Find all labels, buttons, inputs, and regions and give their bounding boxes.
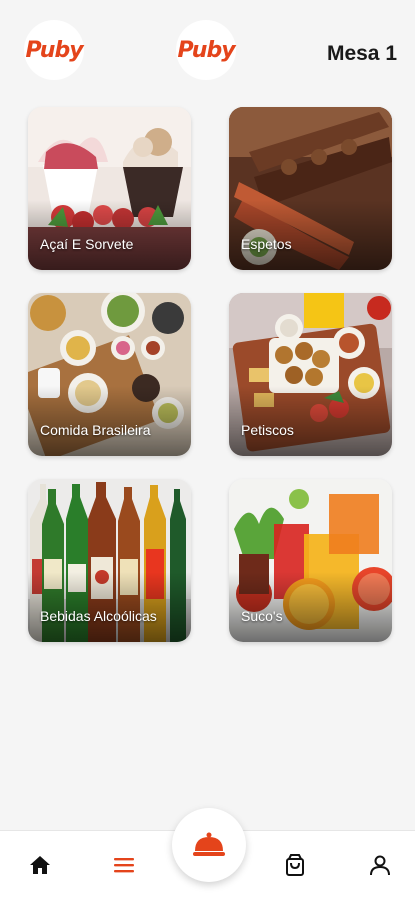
category-card-bebidas-alcoolicas[interactable]: Bebidas Alcoólicas	[28, 479, 191, 642]
nav-menu[interactable]	[108, 849, 140, 881]
category-label: Bebidas Alcoólicas	[40, 608, 157, 624]
logo-center[interactable]: Puby	[176, 20, 236, 80]
category-card-espetos[interactable]: Espetos	[229, 107, 392, 270]
category-card-comida-brasileira[interactable]: Comida Brasileira	[28, 293, 191, 456]
category-label: Açaí E Sorvete	[40, 236, 134, 252]
category-label: Espetos	[241, 236, 292, 252]
menu-icon	[114, 858, 134, 873]
logo-center-text: Puby	[177, 37, 235, 63]
nav-home[interactable]	[24, 849, 56, 881]
logo-left[interactable]: Puby	[24, 20, 84, 80]
nav-bag[interactable]	[279, 849, 311, 881]
shopping-bag-icon	[286, 854, 304, 876]
category-label: Comida Brasileira	[40, 422, 151, 438]
cloche-icon	[193, 832, 225, 856]
user-icon	[370, 855, 390, 876]
header: Puby Puby Mesa 1	[0, 0, 415, 100]
call-waiter-button[interactable]	[172, 808, 246, 882]
category-card-acai[interactable]: Açaí E Sorvete	[28, 107, 191, 270]
category-label: Petiscos	[241, 422, 294, 438]
category-label: Suco's	[241, 608, 283, 624]
table-label: Mesa 1	[326, 42, 397, 65]
logo-left-text: Puby	[25, 37, 83, 63]
home-icon	[30, 856, 50, 874]
nav-profile[interactable]	[364, 849, 396, 881]
category-card-petiscos[interactable]: Petiscos	[229, 293, 392, 456]
category-card-sucos[interactable]: Suco's	[229, 479, 392, 642]
